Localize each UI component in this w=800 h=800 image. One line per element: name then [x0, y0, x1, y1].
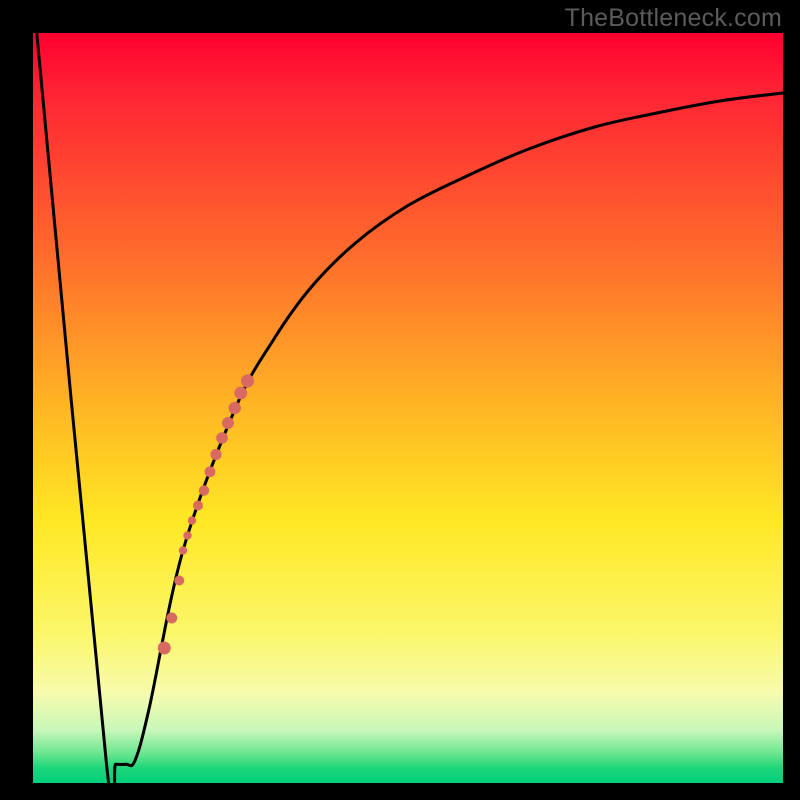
highlight-dot	[179, 546, 187, 554]
highlight-dot	[222, 417, 234, 429]
highlight-dot	[205, 466, 216, 477]
watermark-text: TheBottleneck.com	[565, 4, 782, 33]
bottleneck-curve	[37, 33, 783, 783]
highlight-dot	[174, 576, 184, 586]
highlight-dot	[188, 516, 196, 524]
curve-layer	[33, 33, 783, 783]
highlight-dot	[183, 531, 191, 539]
highlight-dot	[166, 613, 177, 624]
plot-area	[33, 33, 783, 783]
highlight-dot	[210, 449, 221, 460]
highlight-dot	[234, 387, 247, 400]
highlight-dot	[229, 402, 241, 414]
highlight-dots	[158, 374, 254, 654]
highlight-dot	[199, 485, 209, 495]
highlight-dot	[158, 642, 171, 655]
highlight-dot	[216, 432, 228, 444]
highlight-dot	[241, 374, 254, 387]
chart-frame: TheBottleneck.com	[0, 0, 800, 800]
highlight-dot	[193, 501, 203, 511]
